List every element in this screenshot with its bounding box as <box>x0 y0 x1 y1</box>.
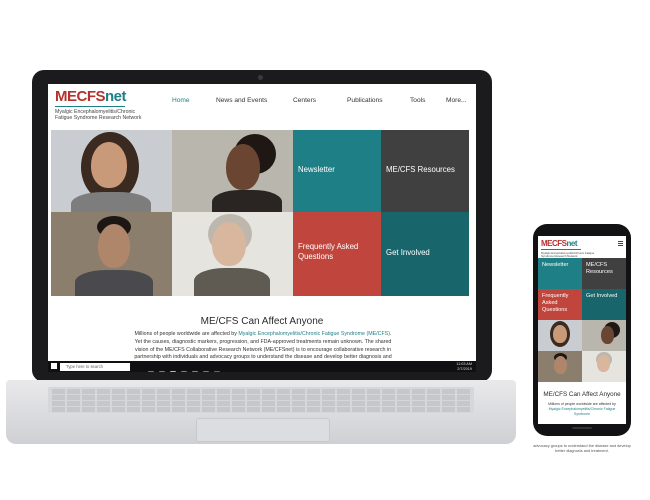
phone-logo-cfs: CFS <box>552 239 567 248</box>
photo-woman-curly-hair <box>51 130 172 212</box>
phone-intro-text: Millions of people worldwide are affecte… <box>548 402 616 406</box>
phone-photo-older-woman-scarf <box>582 351 626 382</box>
photo-older-woman-scarf <box>172 212 293 296</box>
phone-tile-newsletter[interactable]: Newsletter <box>538 258 582 289</box>
hamburger-menu-icon[interactable] <box>618 241 623 247</box>
task-view-icon[interactable] <box>148 370 154 372</box>
phone-tile-get-involved[interactable]: Get Involved <box>582 289 626 320</box>
tile-get-involved[interactable]: Get Involved <box>381 212 469 296</box>
intro-paragraph: Millions of people worldwide are affecte… <box>133 331 393 362</box>
phone-logo-net: net <box>566 239 578 248</box>
me-cfs-link[interactable]: Myalgic Encephalomyelitis/Chronic Fatigu… <box>238 331 390 337</box>
tile-newsletter[interactable]: Newsletter <box>293 130 381 212</box>
phone-photo-woman-profile <box>582 320 626 351</box>
nav-news-and-events[interactable]: News and Events <box>216 97 267 104</box>
phone-home-indicator <box>572 427 592 429</box>
phone-tile-resources-label: ME/CFS Resources <box>586 262 613 275</box>
phone-me-cfs-link[interactable]: Myalgic Encephalomyelitis/Chronic Fatigu… <box>549 407 616 416</box>
smartphone: MECFSnet Myalgic Encephalomyelitis/Chron… <box>533 224 631 436</box>
tile-me-cfs-resources[interactable]: ME/CFS Resources <box>381 130 469 212</box>
feature-grid: Newsletter ME/CFS Resources Frequently A… <box>51 130 469 296</box>
windows-taskbar: Type here to search 11:03 AM 2/7/2019 <box>48 361 476 372</box>
phone-photo-man-beard <box>538 351 582 382</box>
phone-feature-grid: Newsletter ME/CFS Resources Frequently A… <box>538 258 626 382</box>
office-icon[interactable] <box>203 370 209 372</box>
phone-overflow-text: advocacy groups to understand the diseas… <box>533 443 631 454</box>
site-header: MECFSnet Myalgic Encephalomyelitis/Chron… <box>48 84 476 126</box>
store-icon[interactable] <box>181 370 187 372</box>
phone-logo-me: ME <box>541 239 553 248</box>
nav-more[interactable]: More... <box>446 97 467 104</box>
intro-text: Millions of people worldwide are affecte… <box>134 331 239 337</box>
nav-publications[interactable]: Publications <box>347 97 383 104</box>
main-nav: Home News and Events Centers Publication… <box>48 97 476 109</box>
laptop-display: MECFSnet Myalgic Encephalomyelitis/Chron… <box>32 70 492 382</box>
nav-home[interactable]: Home <box>172 97 190 104</box>
phone-screen: MECFSnet Myalgic Encephalomyelitis/Chron… <box>538 236 626 424</box>
phone-page-heading: ME/CFS Can Affect Anyone <box>543 391 621 398</box>
touchpad <box>196 418 330 442</box>
phone-tile-faq-label: Frequently Asked Questions <box>542 293 569 313</box>
phone-logo-wordmark: MECFSnet <box>541 240 601 248</box>
tile-newsletter-label: Newsletter <box>298 165 335 174</box>
tile-resources-label: ME/CFS Resources <box>386 165 455 174</box>
phone-intro-paragraph: Millions of people worldwide are affecte… <box>544 402 620 417</box>
phone-tile-resources[interactable]: ME/CFS Resources <box>582 258 626 289</box>
tile-faq[interactable]: Frequently Asked Questions <box>293 212 381 296</box>
webcam <box>258 75 263 80</box>
taskbar-search-input[interactable]: Type here to search <box>60 362 130 371</box>
edge-browser-icon[interactable] <box>159 370 165 372</box>
laptop-screen: MECFSnet Myalgic Encephalomyelitis/Chron… <box>48 84 476 372</box>
taskbar-clock[interactable]: 11:03 AM 2/7/2019 <box>456 362 472 371</box>
windows-start-icon[interactable] <box>51 363 57 369</box>
taskbar-pinned-apps <box>148 364 225 372</box>
clock-date: 2/7/2019 <box>457 366 472 371</box>
tile-faq-label: Frequently Asked Questions <box>298 242 359 261</box>
photo-woman-profile <box>172 130 293 212</box>
file-explorer-icon[interactable] <box>170 370 176 372</box>
phone-photo-woman-curly-hair <box>538 320 582 351</box>
nav-tools[interactable]: Tools <box>410 97 425 104</box>
phone-tile-faq[interactable]: Frequently Asked Questions <box>538 289 582 320</box>
app-icon[interactable] <box>214 370 220 372</box>
logo-subtitle: Myalgic Encephalomyelitis/Chronic Fatigu… <box>55 109 142 122</box>
mail-icon[interactable] <box>192 370 198 372</box>
tile-get-involved-label: Get Involved <box>386 248 430 257</box>
phone-tile-get-involved-label: Get Involved <box>586 293 618 299</box>
phone-logo-rule <box>541 249 581 250</box>
page-heading: ME/CFS Can Affect Anyone <box>200 316 324 327</box>
laptop-keyboard-deck <box>6 380 516 444</box>
photo-man-beard <box>51 212 172 296</box>
phone-tile-newsletter-label: Newsletter <box>542 262 569 268</box>
clock-time: 11:03 AM <box>456 362 472 366</box>
phone-site-logo[interactable]: MECFSnet Myalgic Encephalomyelitis/Chron… <box>541 240 601 259</box>
nav-centers[interactable]: Centers <box>293 97 316 104</box>
keyboard <box>48 387 474 413</box>
